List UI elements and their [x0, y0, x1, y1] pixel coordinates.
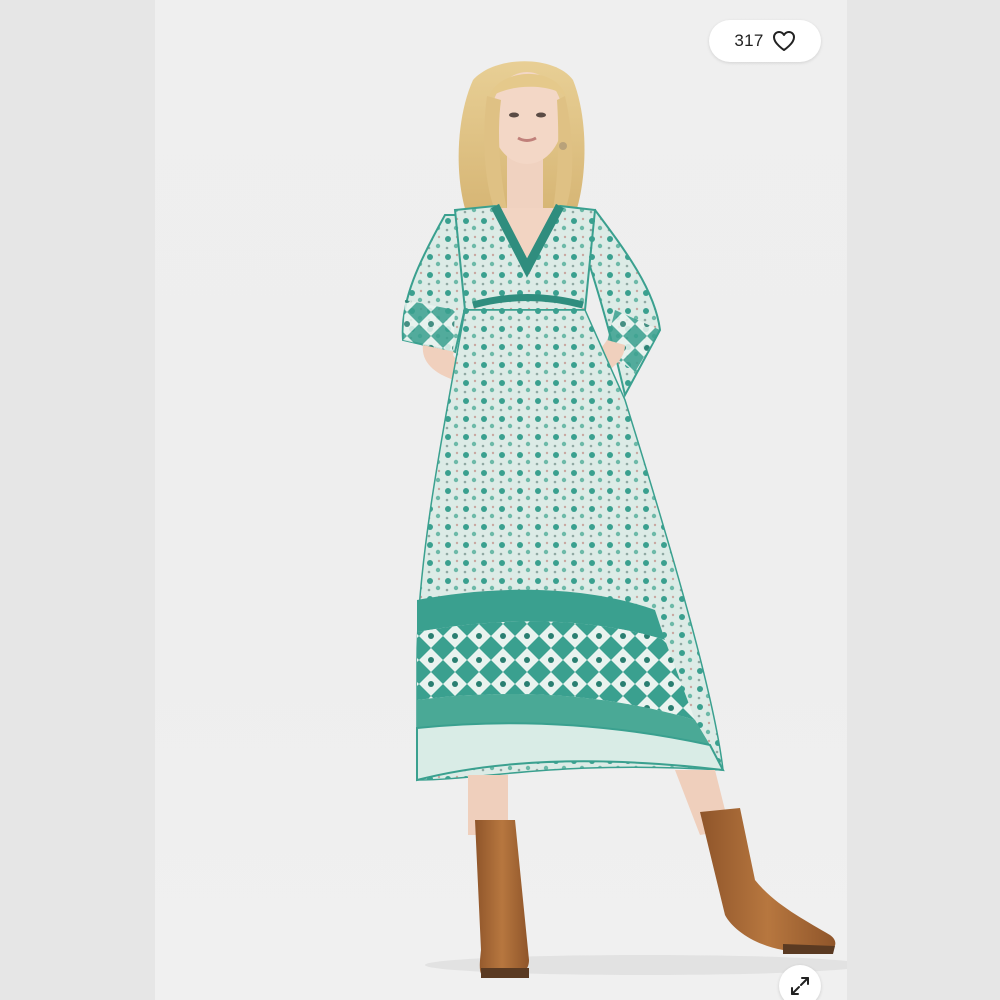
expand-diagonal-icon	[789, 975, 811, 997]
right-backdrop	[847, 0, 1000, 1000]
expand-image-button[interactable]	[779, 965, 821, 1000]
product-photo-viewer: 317	[0, 0, 1000, 1000]
like-button[interactable]: 317	[709, 20, 821, 62]
heart-outline-icon	[772, 30, 796, 52]
like-count: 317	[734, 31, 764, 50]
model-illustration	[401, 61, 847, 978]
left-backdrop	[0, 0, 155, 1000]
product-photo[interactable]	[155, 0, 847, 1000]
